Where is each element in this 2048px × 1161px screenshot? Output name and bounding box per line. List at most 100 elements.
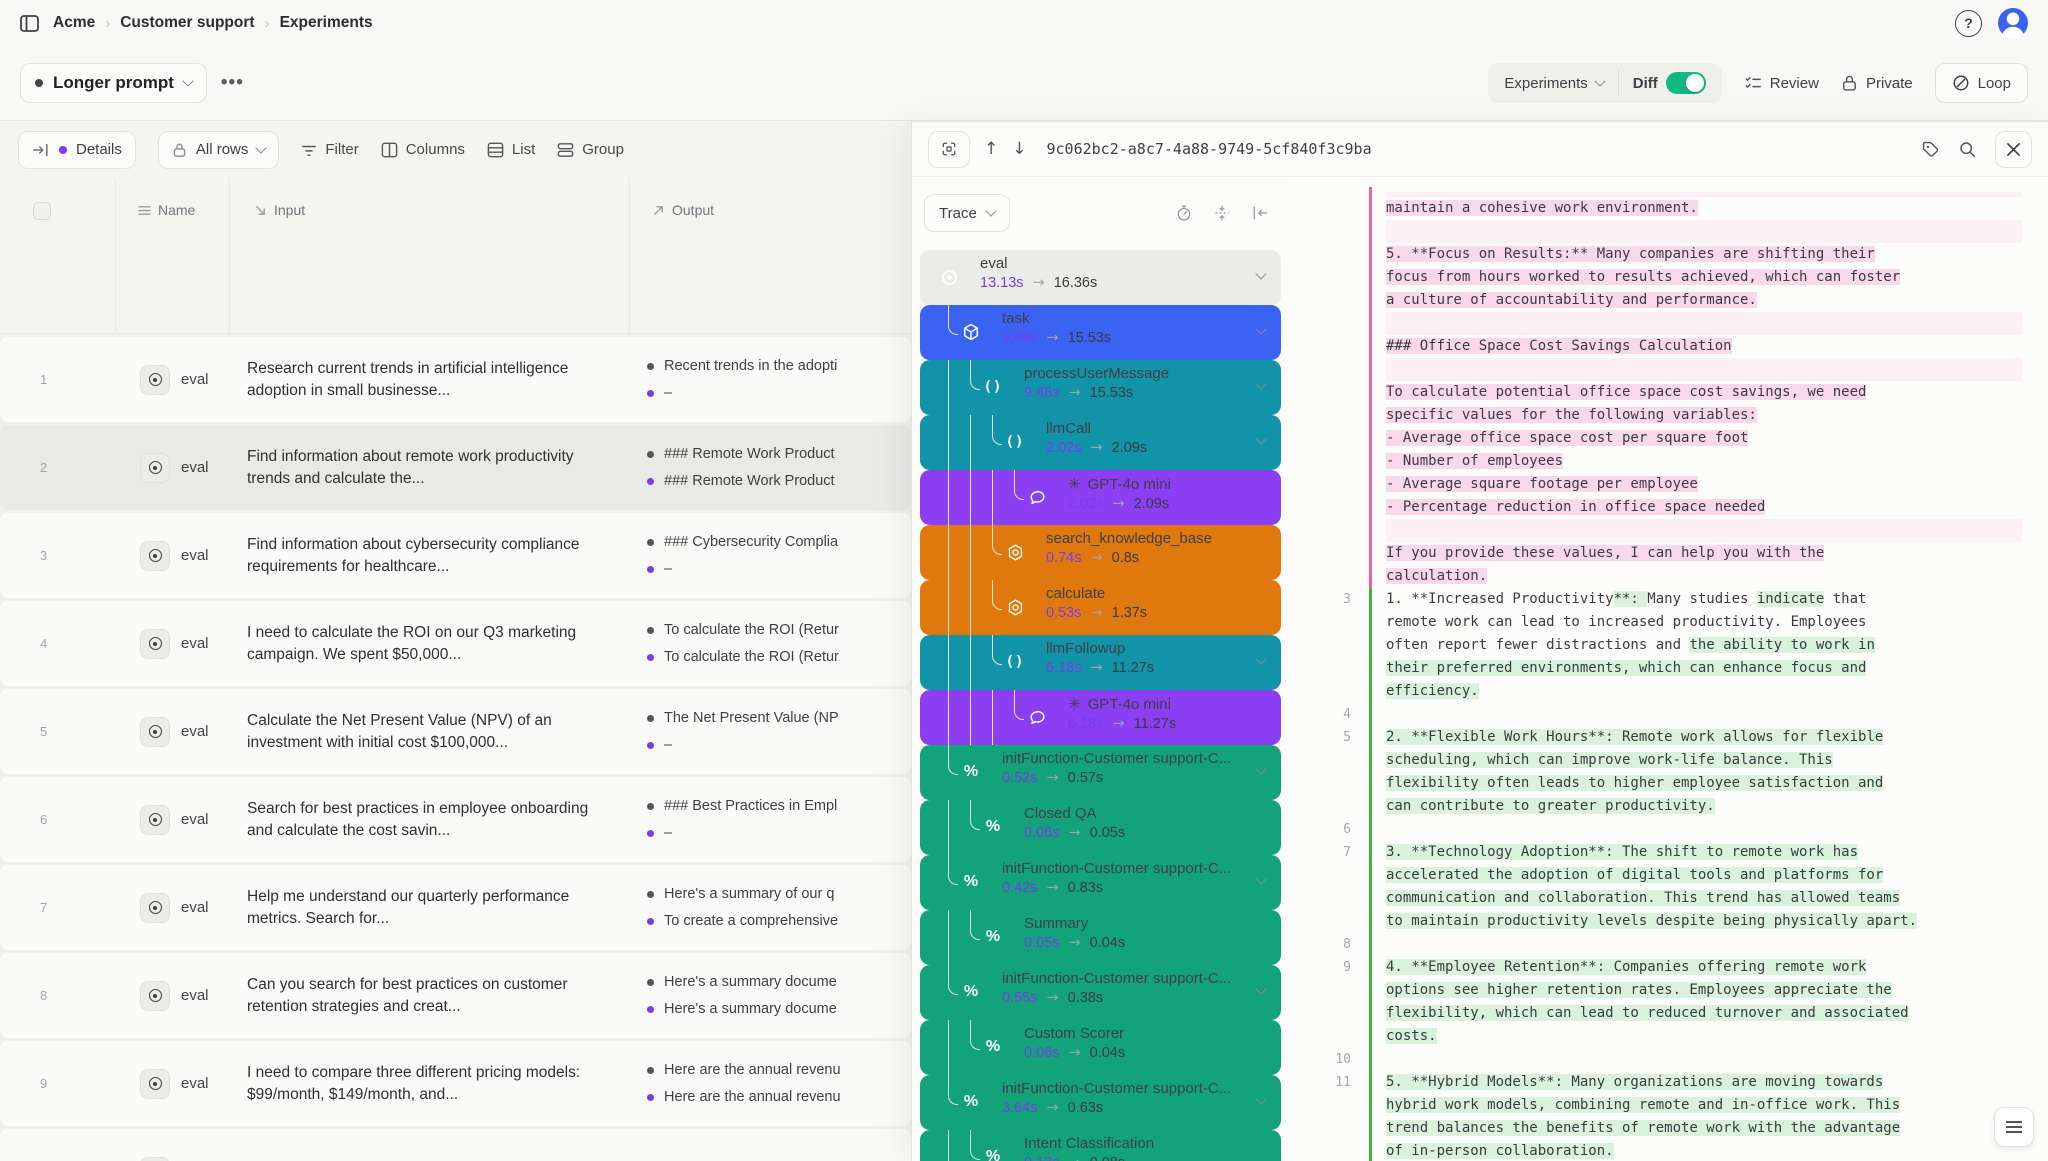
list-button[interactable]: List bbox=[487, 141, 535, 158]
sidebar-toggle-icon[interactable] bbox=[20, 15, 39, 32]
row-name-cell: eval bbox=[115, 717, 229, 747]
duration-left: 2.02s bbox=[1068, 496, 1103, 512]
column-header-input[interactable]: Input bbox=[254, 202, 305, 218]
trace-tree-node[interactable]: () % ✳ initFunction-Customer support-C..… bbox=[920, 965, 1281, 1020]
row-name-cell: eval bbox=[115, 453, 229, 483]
close-panel-button[interactable] bbox=[1995, 131, 2032, 168]
diff-line: costs. bbox=[1289, 1025, 2048, 1048]
table-row[interactable]: 4 eval I need to calculate the ROI on ou… bbox=[0, 601, 911, 686]
table-row[interactable]: 1 eval Research current trends in artifi… bbox=[0, 337, 911, 422]
span-durations: 3.64s → 0.63s bbox=[1002, 1100, 1281, 1116]
breadcrumb-separator: › bbox=[105, 15, 110, 32]
trace-tree-node[interactable]: () % ✳ initFunction-Customer support-C..… bbox=[920, 1075, 1281, 1130]
row-output: ### Remote Work Product ### Remote Work … bbox=[629, 446, 911, 489]
rows-icon bbox=[138, 205, 151, 216]
table-row[interactable]: 7 eval Help me understand our quarterly … bbox=[0, 865, 911, 950]
expand-trace-button[interactable] bbox=[928, 131, 970, 168]
eval-icon bbox=[140, 541, 170, 571]
experiments-view-dropdown[interactable]: Experiments bbox=[1490, 63, 1617, 103]
arrow-icon: → bbox=[1046, 990, 1058, 1006]
diff-line: trend balances the benefits of remote wo… bbox=[1289, 1117, 2048, 1140]
table-of-contents-button[interactable] bbox=[1994, 1107, 2034, 1147]
eval-icon bbox=[140, 365, 170, 395]
eval-icon bbox=[140, 981, 170, 1011]
row-name-cell: eval bbox=[115, 365, 229, 395]
span-name: search_knowledge_base bbox=[1046, 530, 1212, 547]
row-name-cell: eval bbox=[115, 629, 229, 659]
trace-tree-node[interactable]: () % ✳ search_knowledge_base bbox=[920, 525, 1281, 580]
trace-view-dropdown[interactable]: Trace bbox=[924, 194, 1010, 232]
diff-toggle[interactable] bbox=[1666, 72, 1706, 94]
trace-tree-node[interactable]: () % ✳ initFunction-Customer support-C..… bbox=[920, 855, 1281, 910]
diff-line: If you provide these values, I can help … bbox=[1289, 542, 2048, 565]
row-output: Here's a summary of our q To create a co… bbox=[629, 886, 911, 929]
trace-tree-node[interactable]: () % ✳ llmCall bbox=[920, 415, 1281, 470]
trace-tree-node[interactable]: () % ✳ task bbox=[920, 305, 1281, 360]
trace-tree-node[interactable]: () % ✳ eval bbox=[920, 250, 1281, 305]
details-button[interactable]: Details bbox=[18, 131, 136, 169]
trace-tree-node[interactable]: () % ✳ GPT-4o mini bbox=[920, 470, 1281, 525]
diff-line: can contribute to greater productivity. bbox=[1289, 795, 2048, 818]
diff-line: efficiency. bbox=[1289, 680, 2048, 703]
output-text-1: The Net Present Value (NP bbox=[664, 710, 839, 726]
loop-button[interactable]: Loop bbox=[1935, 63, 2028, 103]
search-icon[interactable] bbox=[1958, 140, 1977, 159]
diff-line bbox=[1289, 187, 2048, 197]
duration-left: 2.02s bbox=[1046, 440, 1081, 456]
previous-row-button[interactable]: ↑ bbox=[984, 139, 998, 159]
span-name: initFunction-Customer support-C... bbox=[1002, 750, 1231, 767]
span-name: calculate bbox=[1046, 585, 1105, 602]
diff-line: 73. **Technology Adoption**: The shift t… bbox=[1289, 841, 2048, 864]
duration-left: 0.13s bbox=[1024, 1155, 1059, 1161]
table-row[interactable]: 3 eval Find information about cybersecur… bbox=[0, 513, 911, 598]
arrow-up-right-icon bbox=[652, 204, 665, 217]
trace-tree-node[interactable]: () % ✳ Summary bbox=[920, 910, 1281, 965]
breadcrumb-item[interactable]: Experiments bbox=[280, 14, 373, 32]
output-text-2: Here's a summary docume bbox=[664, 1001, 837, 1017]
row-number: 2 bbox=[0, 460, 115, 475]
output-dot-purple bbox=[647, 830, 654, 837]
help-icon[interactable]: ? bbox=[1955, 10, 1982, 37]
select-all-checkbox[interactable] bbox=[33, 202, 51, 220]
columns-button[interactable]: Columns bbox=[381, 141, 465, 158]
arrow-icon: → bbox=[1068, 825, 1080, 841]
table-row[interactable]: 10 eval Research industry standards for … bbox=[0, 1129, 911, 1161]
group-button[interactable]: Group bbox=[557, 141, 624, 158]
breadcrumb-item[interactable]: Acme bbox=[53, 14, 95, 32]
tag-icon[interactable] bbox=[1921, 140, 1940, 159]
trace-tree-node[interactable]: () % ✳ Closed QA bbox=[920, 800, 1281, 855]
output-dot-gray bbox=[647, 539, 654, 546]
more-options-button[interactable]: ••• bbox=[221, 72, 244, 94]
diff-line: their preferred environments, which can … bbox=[1289, 657, 2048, 680]
span-name: processUserMessage bbox=[1024, 365, 1169, 382]
table-row[interactable]: 5 eval Calculate the Net Present Value (… bbox=[0, 689, 911, 774]
trace-tree-node[interactable]: () % ✳ processUserMessage bbox=[920, 360, 1281, 415]
trace-tree-node[interactable]: () % ✳ Intent Classification bbox=[920, 1130, 1281, 1161]
collapse-vertical-icon[interactable] bbox=[1213, 204, 1231, 222]
filter-button[interactable]: Filter bbox=[301, 141, 358, 158]
collapse-left-icon[interactable] bbox=[1251, 204, 1269, 222]
table-row[interactable]: 9 eval I need to compare three different… bbox=[0, 1041, 911, 1126]
arrow-down-right-icon bbox=[254, 204, 267, 217]
trace-tree-node[interactable]: () % ✳ Custom Scorer bbox=[920, 1020, 1281, 1075]
timing-icon[interactable] bbox=[1175, 204, 1193, 222]
diff-line: 5. **Focus on Results:** Many companies … bbox=[1289, 243, 2048, 266]
table-row[interactable]: 2 eval Find information about remote wor… bbox=[0, 425, 911, 510]
column-header-output[interactable]: Output bbox=[652, 202, 714, 218]
experiment-selector[interactable]: Longer prompt bbox=[20, 63, 207, 103]
trace-tree-node[interactable]: () % ✳ GPT-4o mini bbox=[920, 690, 1281, 745]
rows-filter-dropdown[interactable]: All rows bbox=[158, 131, 280, 169]
avatar[interactable] bbox=[1998, 8, 2028, 38]
next-row-button[interactable]: ↓ bbox=[1012, 139, 1026, 159]
breadcrumb-item[interactable]: Customer support bbox=[120, 14, 254, 32]
row-input: Search for best practices in employee on… bbox=[229, 798, 629, 841]
trace-tree-node[interactable]: () % ✳ initFunction-Customer support-C..… bbox=[920, 745, 1281, 800]
private-button[interactable]: Private bbox=[1841, 74, 1913, 92]
lock-icon bbox=[1841, 74, 1858, 92]
review-button[interactable]: Review bbox=[1744, 74, 1819, 92]
column-header-name[interactable]: Name bbox=[138, 202, 195, 218]
table-row[interactable]: 8 eval Can you search for best practices… bbox=[0, 953, 911, 1038]
trace-tree-node[interactable]: () % ✳ llmFollowup bbox=[920, 635, 1281, 690]
table-row[interactable]: 6 eval Search for best practices in empl… bbox=[0, 777, 911, 862]
trace-tree-node[interactable]: () % ✳ calculate bbox=[920, 580, 1281, 635]
